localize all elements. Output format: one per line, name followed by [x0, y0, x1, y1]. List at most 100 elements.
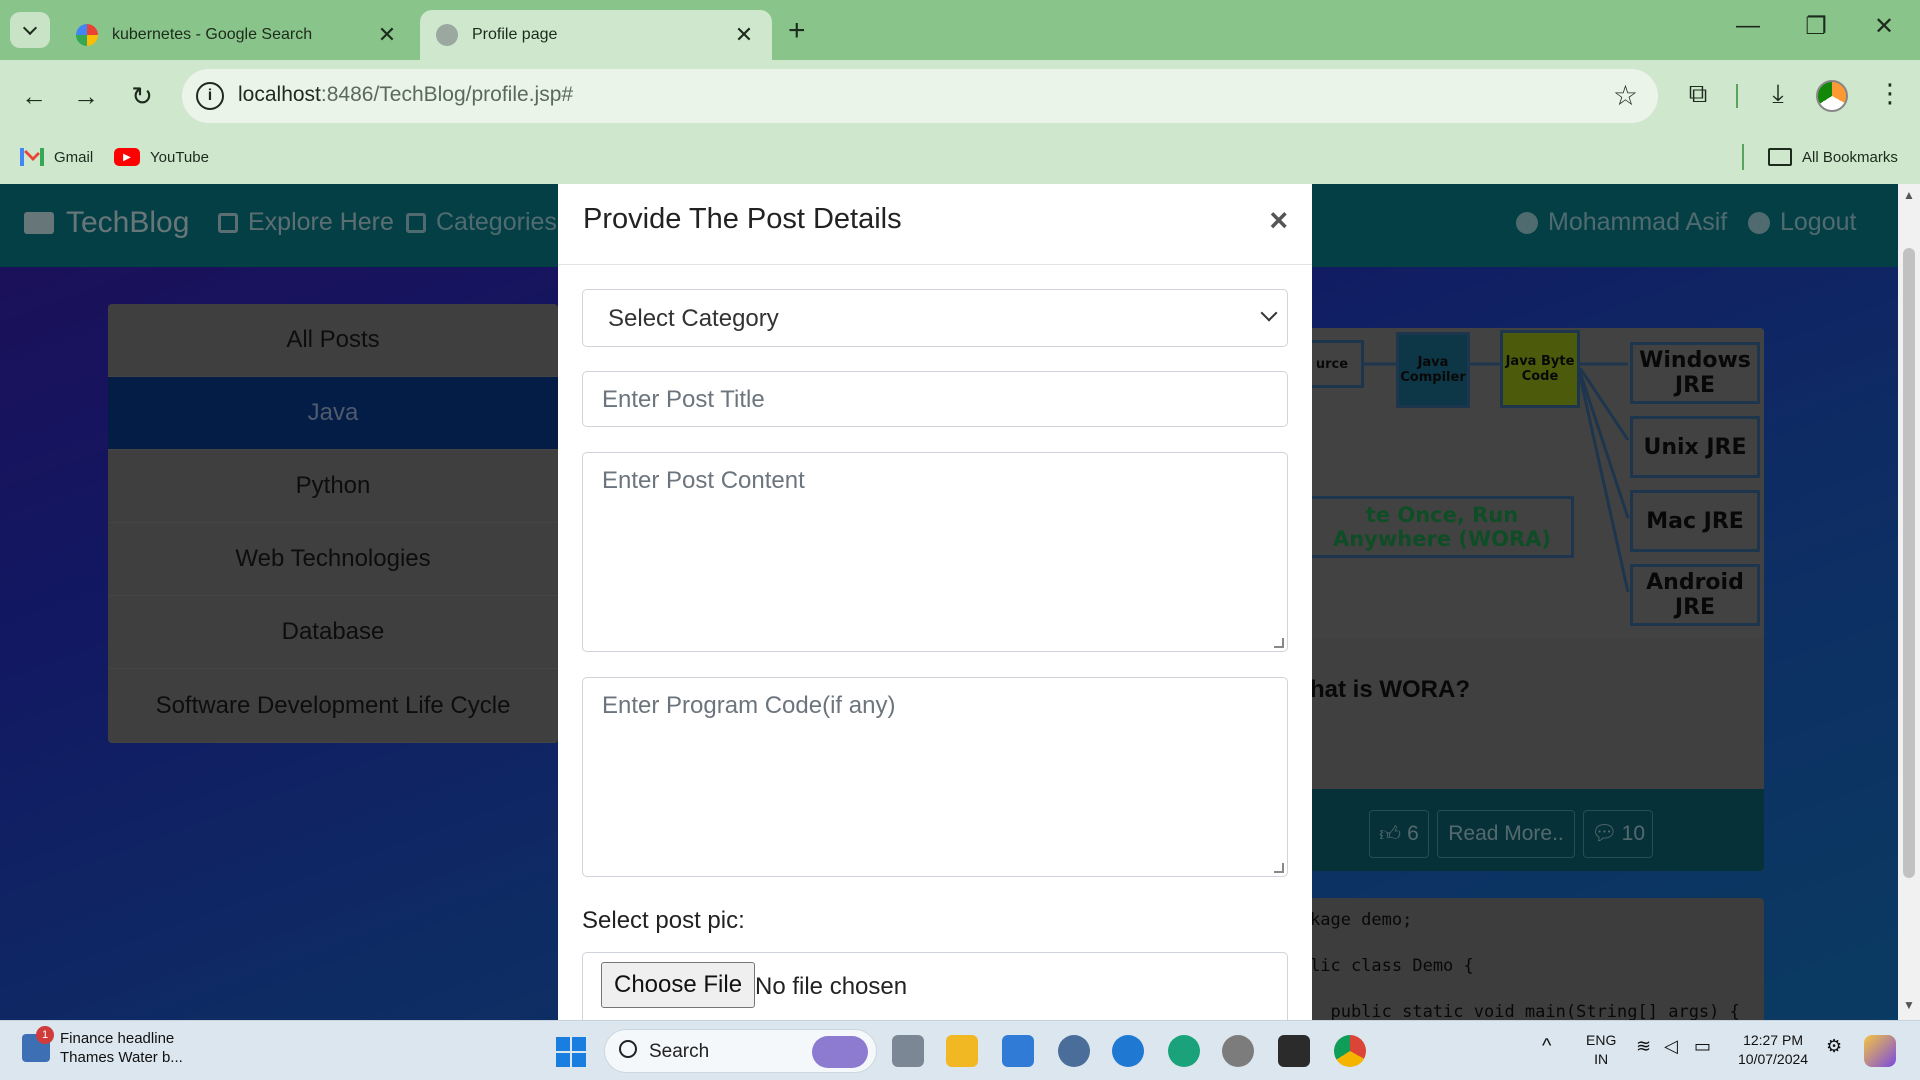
gear-app-icon[interactable]: [1222, 1035, 1254, 1067]
bookmark-gmail[interactable]: Gmail: [20, 142, 93, 172]
notification-gear-icon[interactable]: ⚙: [1826, 1037, 1842, 1056]
search-highlight-image: [812, 1036, 868, 1068]
bookmark-star-icon[interactable]: ☆: [1613, 79, 1638, 112]
volume-icon[interactable]: ◁: [1664, 1037, 1678, 1056]
tab-google-search[interactable]: kubernetes - Google Search ✕: [60, 10, 415, 60]
check-square-icon: [406, 212, 426, 233]
bookmark-youtube[interactable]: ▶ YouTube: [114, 142, 209, 172]
brand-name: TechBlog: [66, 206, 190, 239]
bookmark-label: Gmail: [54, 148, 94, 166]
tab-profile-page[interactable]: Profile page ✕: [420, 10, 772, 60]
bookmark-label: All Bookmarks: [1802, 148, 1898, 166]
language-indicator[interactable]: ENG IN: [1586, 1031, 1616, 1069]
post-card: urce Java Compiler Java Byte Code Window…: [1310, 328, 1764, 871]
more-menu-icon[interactable]: ⋮: [1872, 78, 1908, 109]
category-database[interactable]: Database: [108, 596, 558, 669]
all-bookmarks[interactable]: All Bookmarks: [1768, 142, 1898, 172]
tray-chevron-up-icon[interactable]: ^: [1542, 1036, 1551, 1056]
comment-count: 10: [1621, 822, 1646, 845]
battery-icon[interactable]: ▭: [1694, 1037, 1711, 1056]
bookmark-label: YouTube: [150, 148, 209, 166]
category-web-technologies[interactable]: Web Technologies: [108, 523, 558, 596]
reload-icon[interactable]: ↻: [124, 78, 160, 114]
profile-avatar[interactable]: [1816, 80, 1848, 112]
file-explorer-icon[interactable]: [946, 1035, 978, 1067]
site-info-icon[interactable]: i: [196, 82, 224, 110]
code-line: lic class Demo {: [1310, 956, 1474, 976]
post-title: hat is WORA?: [1310, 676, 1470, 703]
diagram-arrows: [1364, 362, 1630, 593]
chrome-icon[interactable]: [1334, 1035, 1366, 1067]
back-arrow-icon[interactable]: ←: [16, 78, 52, 114]
select-value: Select Category: [608, 305, 779, 332]
windows-taskbar: 1 Finance headline Thames Water b... Sea…: [0, 1020, 1920, 1080]
post-image-wora-diagram: urce Java Compiler Java Byte Code Window…: [1310, 328, 1764, 638]
help-icon[interactable]: [1112, 1035, 1144, 1067]
nav-logout[interactable]: Logout: [1748, 208, 1856, 237]
forward-arrow-icon[interactable]: →: [68, 78, 104, 114]
close-tab-icon[interactable]: ✕: [732, 22, 756, 48]
scroll-up-arrow-icon[interactable]: ▲: [1903, 188, 1915, 202]
resize-handle-icon[interactable]: [1274, 638, 1284, 648]
close-window-icon[interactable]: ✕: [1864, 12, 1904, 41]
like-button[interactable]: 👍︎ 6: [1369, 810, 1429, 858]
comment-icon: 💬︎: [1590, 822, 1618, 845]
code-line: kage demo;: [1310, 910, 1413, 930]
category-java[interactable]: Java: [108, 377, 558, 450]
page-viewport: TechBlog Explore Here Categories Mohamma…: [0, 184, 1898, 1020]
close-icon[interactable]: ×: [1269, 202, 1288, 239]
user-plus-icon: [1748, 211, 1770, 234]
restore-icon[interactable]: ❐: [1796, 12, 1836, 41]
globe-icon: [436, 24, 458, 46]
category-select[interactable]: Select Category: [582, 289, 1288, 347]
post-content-textarea[interactable]: Enter Post Content: [582, 452, 1288, 652]
wifi-icon[interactable]: ≋: [1636, 1037, 1651, 1056]
close-tab-icon[interactable]: ✕: [375, 22, 399, 48]
copilot-icon[interactable]: [1864, 1035, 1896, 1067]
news-title: Finance headline: [60, 1030, 175, 1047]
minimize-icon[interactable]: —: [1728, 12, 1768, 40]
new-tab-plus-icon[interactable]: +: [788, 14, 806, 48]
thumbs-up-icon: 👍︎: [1379, 823, 1402, 846]
news-icon: 1: [22, 1026, 54, 1062]
comments-button[interactable]: 💬︎ 10: [1583, 810, 1653, 858]
choose-file-button[interactable]: Choose File: [601, 962, 756, 1008]
category-sdlc[interactable]: Software Development Life Cycle: [108, 669, 558, 743]
nav-explore[interactable]: Explore Here: [218, 208, 394, 237]
category-all-posts[interactable]: All Posts: [108, 304, 558, 377]
task-view-icon[interactable]: [892, 1035, 924, 1067]
like-count: 6: [1407, 822, 1419, 845]
page-scrollbar[interactable]: ▲ ▼: [1898, 184, 1920, 1020]
download-icon[interactable]: ⤓: [1760, 78, 1796, 110]
code-line: public static void main(String[] args) {: [1310, 1002, 1740, 1020]
settings-gear-icon[interactable]: [1058, 1035, 1090, 1067]
program-code-textarea[interactable]: Enter Program Code(if any): [582, 677, 1288, 877]
news-widget[interactable]: 1 Finance headline Thames Water b...: [22, 1026, 183, 1067]
search-icon: [619, 1040, 637, 1058]
extensions-puzzle-icon[interactable]: ⧉: [1680, 78, 1716, 110]
bookmarks-bar: Gmail ▶ YouTube All Bookmarks: [0, 132, 1920, 184]
tab-search-button[interactable]: [10, 12, 50, 48]
terminal-icon[interactable]: [1278, 1035, 1310, 1067]
chevron-down-icon: [1260, 304, 1278, 322]
taskbar-search[interactable]: Search: [604, 1029, 877, 1073]
scroll-thumb[interactable]: [1903, 248, 1915, 878]
edge-browser-icon[interactable]: [1168, 1035, 1200, 1067]
placeholder: Enter Post Content: [602, 467, 805, 494]
microsoft-store-icon[interactable]: [1002, 1035, 1034, 1067]
address-bar[interactable]: i localhost:8486/TechBlog/profile.jsp# ☆: [182, 69, 1658, 123]
windows-start-icon[interactable]: [556, 1037, 586, 1067]
post-footer: 👍︎ 6 Read More.. 💬︎ 10: [1310, 789, 1764, 871]
region-code: IN: [1594, 1051, 1609, 1067]
tab-title: Profile page: [472, 26, 558, 43]
brand-logo[interactable]: TechBlog: [24, 206, 189, 240]
nav-categories[interactable]: Categories: [406, 208, 557, 237]
scroll-down-arrow-icon[interactable]: ▼: [1903, 998, 1915, 1012]
clock[interactable]: 12:27 PM 10/07/2024: [1738, 1031, 1808, 1069]
category-python[interactable]: Python: [108, 450, 558, 523]
read-more-button[interactable]: Read More..: [1437, 810, 1575, 858]
resize-handle-icon[interactable]: [1274, 863, 1284, 873]
nav-user-profile[interactable]: Mohammad Asif: [1516, 208, 1727, 237]
post-title-input[interactable]: Enter Post Title: [582, 371, 1288, 427]
briefcase-icon: [24, 212, 54, 234]
